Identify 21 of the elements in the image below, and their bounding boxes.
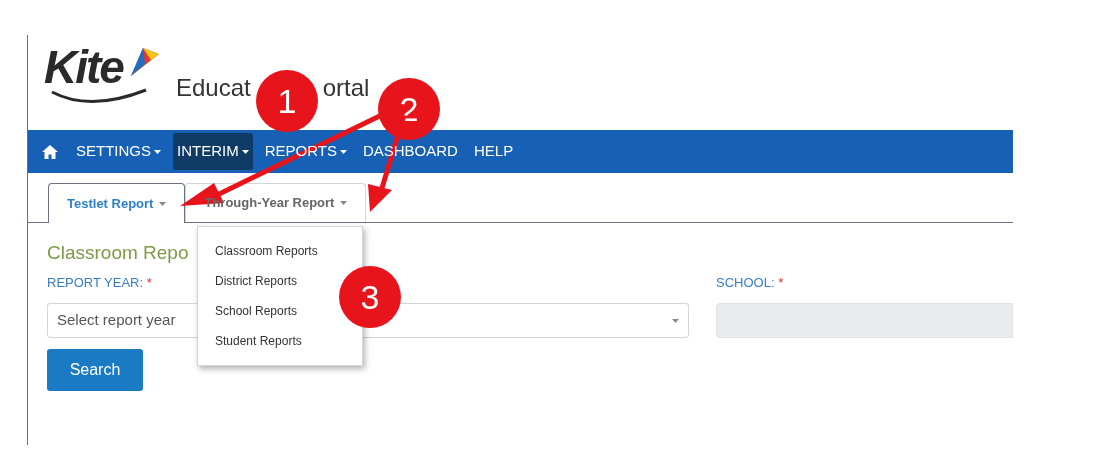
dropdown-item[interactable]: District Reports [198,266,314,296]
nav-menu-item[interactable]: INTERIM [173,133,253,170]
field-label: SCHOOL: * [716,276,785,289]
caret-icon [672,318,679,323]
dropdown-item[interactable]: School Reports [198,296,315,326]
portal-title: Educat [176,73,251,103]
home-icon[interactable] [42,144,58,159]
caret-icon [159,201,167,206]
callout-badge: 1 [256,70,318,132]
dropdown-item[interactable]: Classroom Reports [198,236,335,266]
portal-title: ortal [322,73,370,103]
dropdown-item[interactable]: Student Reports [198,326,319,356]
logo: Kite [44,40,176,110]
report-tab[interactable]: Through-Year Report [185,183,367,222]
field-label: REPORT YEAR: * [47,276,152,289]
caret-icon [340,201,348,205]
nav-menu-item[interactable]: HELP [469,133,518,170]
search-button[interactable]: Search [47,349,143,391]
nav-menu-item[interactable]: SETTINGS [72,133,165,170]
section-heading: Classroom Repo [47,243,189,262]
report-tab[interactable]: Testlet Report [48,183,186,223]
